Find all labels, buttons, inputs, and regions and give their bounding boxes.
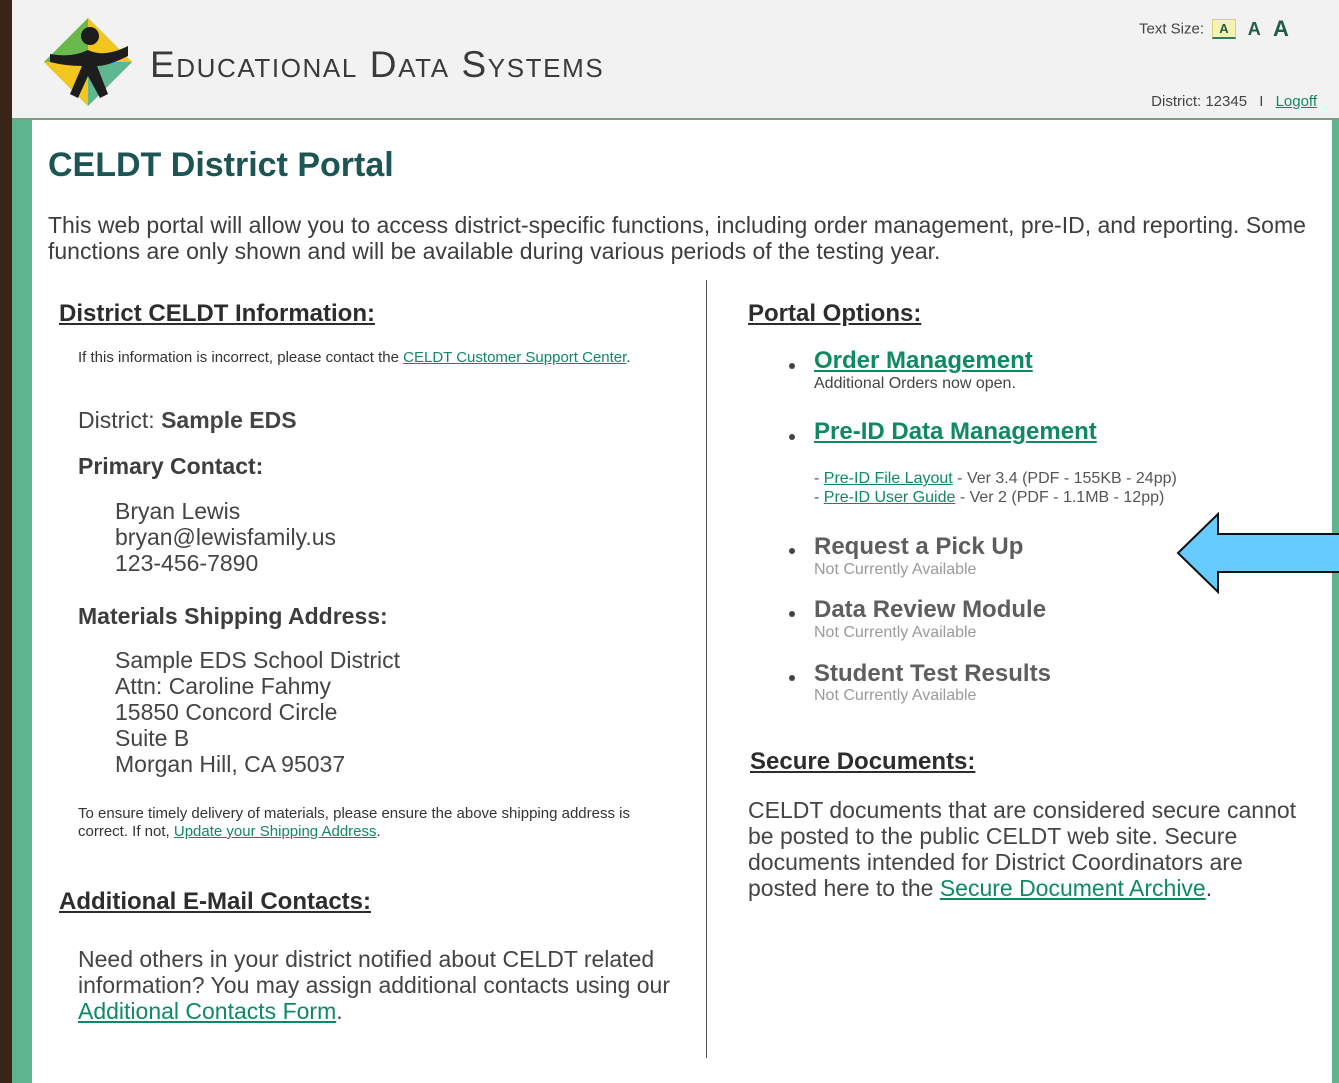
district-name: Sample EDS	[161, 407, 297, 433]
intro-text: This web portal will allow you to access…	[48, 212, 1306, 264]
update-shipping-link[interactable]: Update your Shipping Address	[174, 823, 377, 840]
secure-documents-heading: Secure Documents:	[750, 748, 976, 775]
student-test-results-item: Student Test Results	[814, 660, 1051, 687]
student-test-results-status: Not Currently Available	[814, 687, 977, 704]
email-contacts-heading: Additional E-Mail Contacts:	[59, 888, 371, 915]
additional-contacts-link[interactable]: Additional Contacts Form	[78, 998, 336, 1024]
contact-name: Bryan Lewis	[115, 498, 241, 524]
shipping-line: Morgan Hill, CA 95037	[115, 751, 346, 777]
pre-id-user-guide-link[interactable]: Pre-ID User Guide	[824, 489, 956, 506]
left-arrow-icon	[1176, 512, 1339, 594]
doc-details: - Ver 2 (PDF - 1.1MB - 12pp)	[955, 489, 1165, 506]
left-accent-strip	[12, 120, 32, 1083]
email-contacts-body: Need others in your district notified ab…	[78, 946, 670, 998]
secure-documents-end: .	[1205, 875, 1213, 901]
secure-document-archive-link[interactable]: Secure Document Archive	[940, 875, 1206, 901]
contact-email: bryan@lewisfamily.us	[115, 524, 337, 550]
order-management-link[interactable]: Order Management	[814, 347, 1033, 375]
text-size-small-button[interactable]: A	[1212, 19, 1236, 39]
site-header: Educational Data Systems Text Size: A A …	[12, 0, 1339, 120]
pre-id-user-guide-row: - Pre-ID User Guide - Ver 2 (PDF - 1.1MB…	[814, 489, 1164, 507]
column-divider	[706, 280, 707, 1058]
request-pickup-item: Request a Pick Up	[814, 533, 1024, 560]
bullet	[789, 548, 795, 554]
separator: I	[1259, 93, 1264, 110]
bullet	[789, 363, 795, 369]
district-name-row: District: Sample EDS	[78, 407, 297, 433]
doc-details: - Ver 3.4 (PDF - 155KB - 24pp)	[952, 470, 1177, 487]
shipping-heading: Materials Shipping Address:	[78, 603, 388, 629]
district-info-heading: District CELDT Information:	[59, 300, 375, 327]
shipping-note: To ensure timely delivery of materials, …	[78, 805, 658, 841]
main-content: CELDT District Portal This web portal wi…	[32, 120, 1332, 1083]
bullet	[789, 675, 795, 681]
brand-name: Educational Data Systems	[150, 44, 605, 85]
primary-contact-heading: Primary Contact:	[78, 453, 264, 479]
shipping-line: Sample EDS School District	[115, 647, 401, 673]
text-size-large-button[interactable]: A	[1273, 16, 1289, 42]
logoff-link[interactable]: Logoff	[1276, 93, 1317, 110]
bullet	[789, 434, 795, 440]
doc-dash: -	[814, 489, 824, 506]
text-size-label: Text Size:	[1139, 20, 1205, 38]
doc-dash: -	[814, 470, 824, 487]
customer-support-link[interactable]: CELDT Customer Support Center	[403, 349, 626, 366]
text-size-medium-button[interactable]: A	[1248, 19, 1261, 40]
email-contacts-end: .	[336, 998, 343, 1024]
page-title: CELDT District Portal	[48, 146, 394, 184]
secure-documents-text: CELDT documents that are considered secu…	[748, 797, 1318, 901]
shipping-line: Suite B	[115, 725, 190, 751]
data-review-status: Not Currently Available	[814, 624, 977, 641]
district-info-note-text: If this information is incorrect, please…	[78, 349, 404, 366]
email-contacts-text: Need others in your district notified ab…	[78, 946, 678, 1024]
portal-options-heading: Portal Options:	[748, 300, 922, 327]
text-size-control: Text Size: A A A	[1139, 16, 1289, 42]
shipping-line: Attn: Caroline Fahmy	[115, 673, 332, 699]
data-review-module-item: Data Review Module	[814, 596, 1047, 623]
browser-page: Educational Data Systems Text Size: A A …	[12, 0, 1339, 1083]
district-id: District: 12345	[1151, 93, 1248, 110]
figure-on-diamond-logo[interactable]	[42, 16, 134, 108]
district-info-note-end: .	[626, 349, 631, 366]
district-info-note: If this information is incorrect, please…	[78, 349, 678, 367]
shipping-note-end: .	[376, 823, 381, 840]
shipping-line: 15850 Concord Circle	[115, 699, 338, 725]
user-info: District: 12345 I Logoff	[1151, 93, 1317, 110]
pre-id-file-layout-link[interactable]: Pre-ID File Layout	[824, 470, 953, 487]
request-pickup-status: Not Currently Available	[814, 561, 977, 578]
pre-id-file-layout-row: - Pre-ID File Layout - Ver 3.4 (PDF - 15…	[814, 470, 1177, 488]
pre-id-data-management-link[interactable]: Pre-ID Data Management	[814, 418, 1097, 446]
district-label: District:	[78, 407, 155, 433]
right-accent-strip	[1332, 120, 1339, 1083]
contact-phone: 123-456-7890	[115, 550, 259, 576]
bullet	[789, 611, 795, 617]
order-management-status: Additional Orders now open.	[814, 375, 1016, 392]
